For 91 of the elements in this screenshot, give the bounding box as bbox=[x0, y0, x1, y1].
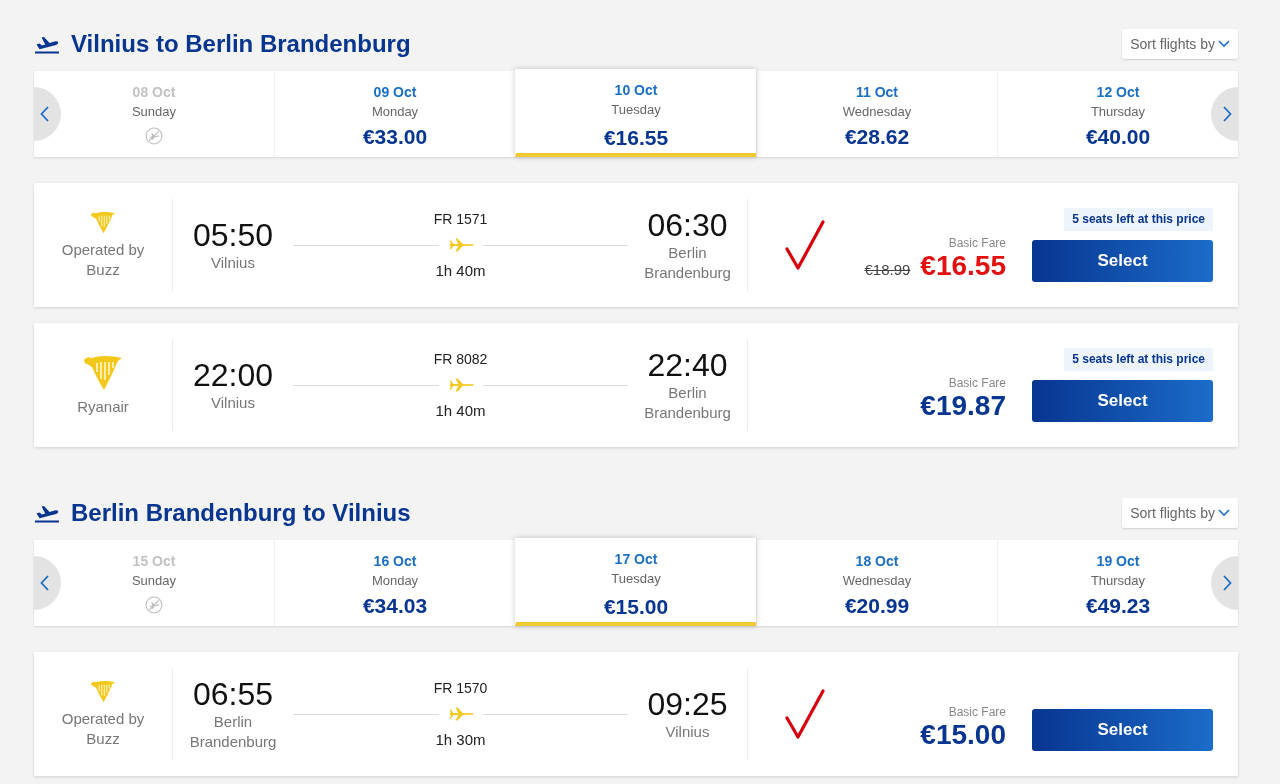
date-label: 17 Oct bbox=[614, 550, 658, 568]
plane-icon bbox=[447, 238, 474, 252]
flight-number: FR 1570 bbox=[433, 679, 488, 697]
date-tab[interactable]: 08 Oct Sunday bbox=[34, 71, 274, 157]
date-price: €34.03 bbox=[362, 593, 428, 619]
flight-duration: 1h 40m bbox=[435, 402, 486, 420]
plane-icon bbox=[447, 707, 474, 721]
departure-city: Vilnius bbox=[211, 393, 255, 413]
select-button[interactable]: Select bbox=[1032, 240, 1213, 282]
flight-number: FR 1571 bbox=[433, 210, 488, 228]
weekday-label: Thursday bbox=[1090, 572, 1146, 589]
route-title: Vilnius to Berlin Brandenburg bbox=[71, 29, 411, 59]
fare-price: €15.00 bbox=[920, 719, 1006, 751]
old-price: €18.99 bbox=[864, 261, 911, 278]
harp-logo-icon bbox=[90, 679, 116, 703]
chevron-down-icon bbox=[1218, 40, 1230, 48]
arrival-time: 09:25 bbox=[647, 686, 728, 722]
plane-departure-icon bbox=[35, 503, 59, 523]
chevron-left-icon bbox=[40, 106, 49, 122]
date-label: 09 Oct bbox=[373, 83, 417, 101]
flight-duration: 1h 30m bbox=[435, 731, 486, 749]
sort-dropdown[interactable]: Sort flights by bbox=[1122, 498, 1238, 528]
departure-time: 22:00 bbox=[192, 357, 274, 393]
date-tab[interactable]: 11 Oct Wednesday €28.62 bbox=[756, 71, 997, 157]
departure-time: 05:50 bbox=[192, 217, 274, 253]
operator-label: Operated by Buzz bbox=[60, 709, 146, 749]
date-price: €40.00 bbox=[1085, 124, 1151, 150]
date-tab[interactable]: 17 Oct Tuesday €15.00 bbox=[515, 538, 756, 626]
arrival-city: Berlin Brandenburg bbox=[643, 243, 732, 283]
weekday-label: Monday bbox=[371, 103, 419, 120]
chevron-left-icon bbox=[40, 575, 49, 591]
date-label: 10 Oct bbox=[614, 81, 658, 99]
harp-logo-icon bbox=[83, 353, 123, 391]
arrival-time: 06:30 bbox=[647, 207, 728, 243]
plane-icon bbox=[447, 378, 474, 392]
weekday-label: Wednesday bbox=[842, 572, 912, 589]
select-button[interactable]: Select bbox=[1032, 380, 1213, 422]
date-tab[interactable]: 15 Oct Sunday bbox=[34, 540, 274, 626]
date-price: €20.99 bbox=[844, 593, 910, 619]
select-button[interactable]: Select bbox=[1032, 709, 1213, 751]
departure-city: Berlin Brandenburg bbox=[188, 712, 278, 752]
fare-label: Basic Fare bbox=[948, 705, 1006, 719]
departure-time: 06:55 bbox=[192, 676, 274, 712]
weekday-label: Tuesday bbox=[611, 570, 661, 587]
no-flights-icon bbox=[145, 127, 163, 145]
departure-city: Vilnius bbox=[211, 253, 255, 273]
date-price: €49.23 bbox=[1085, 593, 1151, 619]
chevron-down-icon bbox=[1218, 509, 1230, 517]
weekday-label: Tuesday bbox=[611, 101, 661, 118]
sort-dropdown[interactable]: Sort flights by bbox=[1122, 29, 1238, 59]
date-tab[interactable]: 18 Oct Wednesday €20.99 bbox=[756, 540, 997, 626]
flight-number: FR 8082 bbox=[433, 350, 488, 368]
flight-duration: 1h 40m bbox=[435, 262, 486, 280]
date-label: 16 Oct bbox=[373, 552, 417, 570]
weekday-label: Thursday bbox=[1090, 103, 1146, 120]
seats-left-badge: 5 seats left at this price bbox=[1064, 208, 1213, 231]
date-tab[interactable]: 19 Oct Thursday €49.23 bbox=[997, 540, 1238, 626]
date-tab[interactable]: 16 Oct Monday €34.03 bbox=[274, 540, 515, 626]
date-price: €15.00 bbox=[603, 594, 669, 620]
chevron-right-icon bbox=[1223, 106, 1232, 122]
weekday-label: Monday bbox=[371, 572, 419, 589]
route-title: Berlin Brandenburg to Vilnius bbox=[71, 498, 411, 528]
date-label: 15 Oct bbox=[132, 552, 176, 570]
arrival-time: 22:40 bbox=[647, 347, 728, 383]
date-price: €28.62 bbox=[844, 124, 910, 150]
weekday-label: Sunday bbox=[131, 572, 177, 589]
plane-departure-icon bbox=[35, 34, 59, 54]
weekday-label: Sunday bbox=[131, 103, 177, 120]
date-tab[interactable]: 09 Oct Monday €33.00 bbox=[274, 71, 515, 157]
operator-label: Ryanair bbox=[77, 397, 129, 417]
fare-price: €19.87 bbox=[920, 390, 1006, 422]
harp-logo-icon bbox=[90, 210, 116, 234]
date-label: 08 Oct bbox=[132, 83, 176, 101]
date-label: 18 Oct bbox=[855, 552, 899, 570]
no-flights-icon bbox=[145, 596, 163, 614]
date-price: €33.00 bbox=[362, 124, 428, 150]
operator-label: Operated by Buzz bbox=[60, 240, 146, 280]
date-price: €16.55 bbox=[603, 125, 669, 151]
weekday-label: Wednesday bbox=[842, 103, 912, 120]
fare-price: €16.55 bbox=[920, 250, 1006, 282]
date-label: 12 Oct bbox=[1096, 83, 1140, 101]
fare-label: Basic Fare bbox=[948, 376, 1006, 390]
date-label: 11 Oct bbox=[856, 83, 898, 101]
date-label: 19 Oct bbox=[1096, 552, 1140, 570]
date-tab[interactable]: 10 Oct Tuesday €16.55 bbox=[515, 69, 756, 157]
chevron-right-icon bbox=[1223, 575, 1232, 591]
fare-label: Basic Fare bbox=[948, 236, 1006, 250]
seats-left-badge: 5 seats left at this price bbox=[1064, 348, 1213, 371]
date-tab[interactable]: 12 Oct Thursday €40.00 bbox=[997, 71, 1238, 157]
arrival-city: Vilnius bbox=[665, 722, 710, 742]
arrival-city: Berlin Brandenburg bbox=[643, 383, 732, 423]
